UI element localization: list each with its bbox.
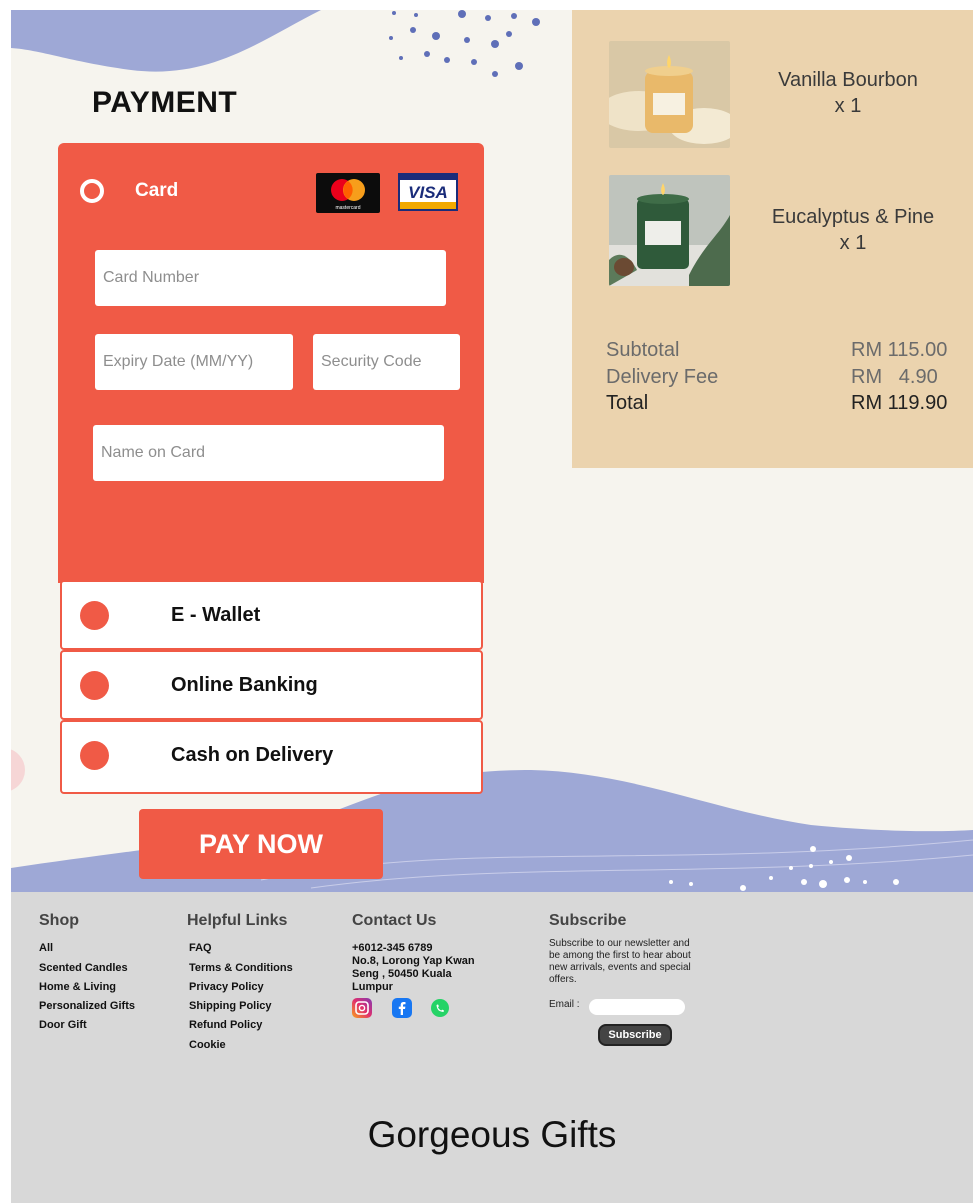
- instagram-icon[interactable]: [352, 998, 372, 1018]
- visa-text: VISA: [408, 183, 448, 202]
- online-banking-radio[interactable]: [80, 671, 109, 700]
- footer-link-shipping[interactable]: Shipping Policy: [189, 1000, 272, 1012]
- subscribe-button[interactable]: Subscribe: [598, 1024, 672, 1046]
- shop-heading: Shop: [39, 912, 79, 929]
- vanilla-candle-image: [609, 41, 730, 148]
- payment-option-label: E - Wallet: [171, 604, 261, 626]
- footer-link-home-living[interactable]: Home & Living: [39, 981, 116, 993]
- contact-address-line: Lumpur: [352, 981, 393, 993]
- pink-blob: [11, 749, 25, 791]
- footer-link-all[interactable]: All: [39, 942, 53, 954]
- footer-link-terms[interactable]: Terms & Conditions: [189, 962, 293, 974]
- delivery-fee-value: RM 4.90: [851, 366, 938, 388]
- contact-address-line: No.8, Lorong Yap Kwan: [352, 955, 475, 967]
- footer-link-door-gift[interactable]: Door Gift: [39, 1019, 87, 1031]
- footer-link-refund[interactable]: Refund Policy: [189, 1019, 262, 1031]
- payment-option-label: Cash on Delivery: [171, 744, 334, 766]
- ewallet-radio[interactable]: [80, 601, 109, 630]
- facebook-icon[interactable]: [392, 998, 412, 1018]
- delivery-fee-label: Delivery Fee: [606, 366, 719, 388]
- item-name: Eucalyptus & Pine: [771, 206, 935, 228]
- contact-heading: Contact Us: [352, 912, 437, 929]
- payment-option-online-banking[interactable]: Online Banking: [60, 650, 483, 720]
- subtotal-value: RM 115.00: [851, 339, 948, 361]
- total-value: RM 119.90: [851, 392, 948, 414]
- subscribe-text: be among the first to hear about: [549, 950, 691, 961]
- helpful-links-heading: Helpful Links: [187, 912, 288, 929]
- card-number-input[interactable]: [95, 250, 446, 306]
- payment-option-label: Online Banking: [171, 674, 318, 696]
- footer-link-privacy[interactable]: Privacy Policy: [189, 981, 264, 993]
- footer-link-scented-candles[interactable]: Scented Candles: [39, 962, 128, 974]
- mastercard-logo: mastercard: [316, 173, 380, 213]
- subscribe-text: Subscribe to our newsletter and: [549, 938, 690, 949]
- subtotal-label: Subtotal: [606, 339, 680, 361]
- card-payment-panel: Card mastercard VISA: [58, 143, 484, 583]
- subscribe-text: new arrivals, events and special: [549, 962, 691, 973]
- item-quantity: x 1: [834, 95, 862, 117]
- total-label: Total: [606, 392, 649, 414]
- payment-option-cash-on-delivery[interactable]: Cash on Delivery: [60, 720, 483, 794]
- contact-address-line: Seng , 50450 Kuala: [352, 968, 452, 980]
- footer: Shop All Scented Candles Home & Living P…: [11, 892, 973, 1203]
- order-summary: Vanilla Bourbon x 1 Eucalyptus & Pine x …: [572, 10, 973, 468]
- brand-name: Gorgeous Gifts: [367, 1114, 617, 1155]
- footer-link-faq[interactable]: FAQ: [189, 942, 212, 954]
- whatsapp-icon[interactable]: [430, 998, 450, 1018]
- name-on-card-input[interactable]: [93, 425, 444, 481]
- subscribe-text: offers.: [549, 974, 577, 985]
- expiry-date-input[interactable]: [95, 334, 293, 390]
- email-input[interactable]: [589, 999, 685, 1015]
- contact-phone: +6012-345 6789: [352, 942, 433, 954]
- checkout-page: PAYMENT Card mastercard VISA E - W: [11, 10, 973, 1203]
- item-quantity: x 1: [839, 232, 867, 254]
- item-name: Vanilla Bourbon: [778, 69, 918, 91]
- card-radio-button[interactable]: [80, 179, 104, 203]
- payment-option-ewallet[interactable]: E - Wallet: [60, 580, 483, 650]
- footer-link-cookie[interactable]: Cookie: [189, 1039, 226, 1051]
- cash-on-delivery-radio[interactable]: [80, 741, 109, 770]
- top-wave: [11, 10, 321, 72]
- mastercard-text: mastercard: [335, 205, 360, 211]
- top-dots: [389, 10, 540, 77]
- email-label: Email :: [549, 999, 580, 1010]
- subscribe-heading: Subscribe: [549, 912, 627, 929]
- security-code-input[interactable]: [313, 334, 460, 390]
- visa-logo: VISA: [398, 173, 458, 211]
- eucalyptus-candle-image: [609, 175, 730, 286]
- pay-now-button[interactable]: PAY NOW: [139, 809, 383, 879]
- footer-link-personalized-gifts[interactable]: Personalized Gifts: [39, 1000, 135, 1012]
- page-title: PAYMENT: [92, 86, 238, 119]
- card-option-label: Card: [135, 180, 179, 201]
